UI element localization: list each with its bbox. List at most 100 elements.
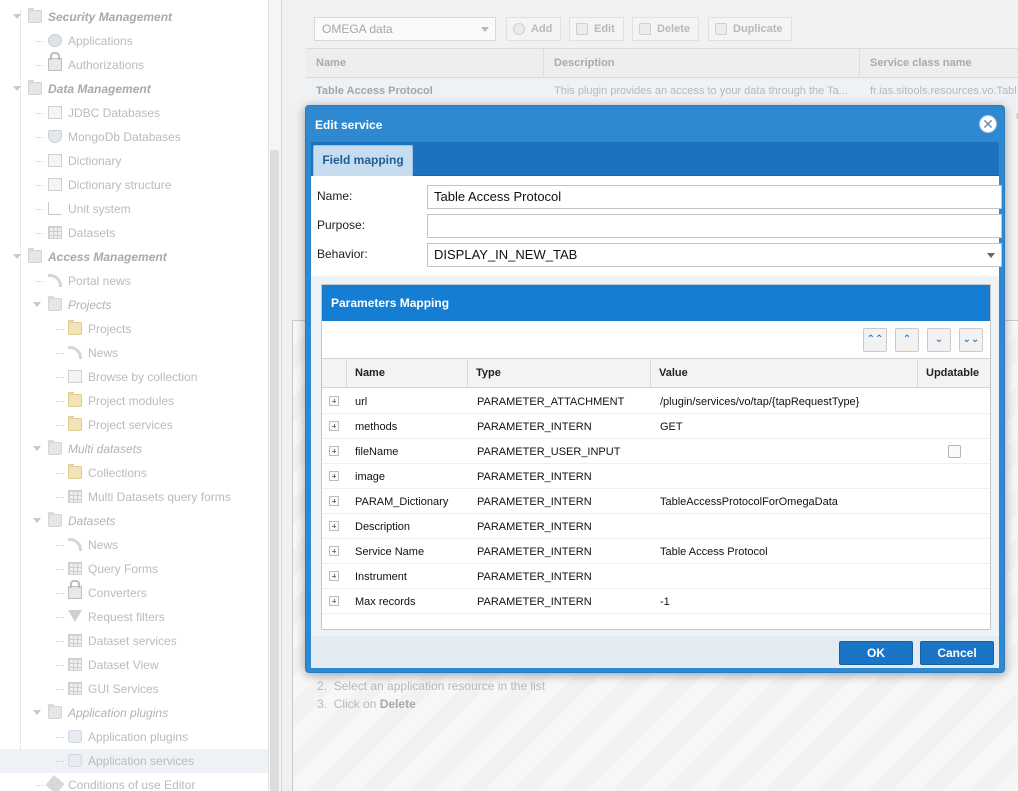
expand-plus-icon[interactable] (329, 421, 339, 431)
folder-icon (48, 512, 62, 527)
tree-node[interactable]: Project services (0, 413, 268, 437)
column-header-value[interactable]: Value (651, 359, 918, 387)
tree-node[interactable]: Data Management (0, 77, 268, 101)
parameter-row[interactable]: image PARAMETER_INTERN (322, 464, 990, 489)
chevron-down-icon[interactable] (987, 253, 995, 258)
parameters-mapping-title: Parameters Mapping (322, 285, 990, 321)
tree-node[interactable]: Request filters (0, 605, 268, 629)
name-field[interactable]: Table Access Protocol (427, 185, 1002, 209)
tree-connector (36, 209, 44, 210)
close-icon[interactable]: ✕ (979, 115, 997, 133)
updatable-checkbox[interactable] (948, 445, 961, 458)
duplicate-button[interactable]: Duplicate (708, 17, 792, 41)
tree-node-label: Projects (88, 322, 132, 336)
parameter-row[interactable]: url PARAMETER_ATTACHMENT/plugin/services/… (322, 389, 990, 414)
tree-node[interactable]: Dataset services (0, 629, 268, 653)
expand-arrow-icon[interactable] (33, 710, 41, 715)
expand-arrow-icon[interactable] (33, 446, 41, 451)
column-header-description[interactable]: Description (544, 49, 860, 78)
tree-node[interactable]: Multi datasets (0, 437, 268, 461)
duplicate-icon (715, 23, 727, 35)
parameter-row[interactable]: Service Name PARAMETER_INTERN Table Access… (322, 539, 990, 564)
tree-node[interactable]: Collections (0, 461, 268, 485)
project-folder-icon (68, 392, 82, 407)
expand-plus-icon[interactable] (329, 596, 339, 606)
tree-node[interactable]: Datasets (0, 221, 268, 245)
tree-node[interactable]: MongoDb Databases (0, 125, 268, 149)
expand-plus-icon[interactable] (329, 521, 339, 531)
parameter-row[interactable]: Instrument PARAMETER_INTERN (322, 564, 990, 589)
tree-node[interactable]: Access Management (0, 245, 268, 269)
ok-button[interactable]: OK (839, 641, 913, 665)
tree-node[interactable]: Datasets (0, 509, 268, 533)
parameter-row[interactable]: methods PARAMETER_INTERN GET (322, 414, 990, 439)
move-up-icon[interactable]: ⌃ (895, 328, 919, 352)
table-row[interactable]: Table Access Protocol This plugin provid… (306, 79, 1018, 104)
parameter-row[interactable]: PARAM_Dictionary PARAMETER_INTERN TableAcc… (322, 489, 990, 514)
tree-node[interactable]: Portal news (0, 269, 268, 293)
purpose-field[interactable] (427, 214, 1002, 238)
delete-button[interactable]: Delete (632, 17, 700, 41)
tree-node-label: Datasets (68, 514, 116, 528)
rss-icon (68, 346, 82, 359)
tree-node[interactable]: Application services (0, 749, 268, 773)
tree-node[interactable]: Unit system (0, 197, 268, 221)
expand-plus-icon[interactable] (329, 471, 339, 481)
project-combo[interactable]: OMEGA data (314, 17, 496, 41)
tree-scrollbar-thumb[interactable] (270, 150, 279, 791)
expand-arrow-icon[interactable] (33, 518, 41, 523)
column-header-name[interactable]: Name (347, 359, 468, 387)
edit-button[interactable]: Edit (569, 17, 624, 41)
tree-node[interactable]: Security Management (0, 5, 268, 29)
move-down-icon[interactable]: ⌄ (927, 328, 951, 352)
cancel-button[interactable]: Cancel (920, 641, 994, 665)
expand-plus-icon[interactable] (329, 396, 339, 406)
move-top-icon[interactable]: ⌃⌃ (863, 328, 887, 352)
add-button[interactable]: Add (506, 17, 562, 41)
tree-node[interactable]: Conditions of use Editor (0, 773, 268, 791)
help-step-3-text: Click on (333, 697, 377, 711)
tree-node[interactable]: Dictionary (0, 149, 268, 173)
tree-node-label: Datasets (68, 226, 116, 240)
tree-node[interactable]: Authorizations (0, 52, 268, 77)
tree-node[interactable]: Converters (0, 580, 268, 605)
column-header-service-class[interactable]: Service class name (860, 49, 1018, 78)
tree-node[interactable]: Projects (0, 317, 268, 341)
tree-node[interactable]: Query Forms (0, 557, 268, 581)
tree-node[interactable]: Application plugins (0, 701, 268, 725)
form-icon (68, 562, 82, 575)
expand-arrow-icon[interactable] (33, 302, 41, 307)
expand-plus-icon[interactable] (329, 446, 339, 456)
expand-plus-icon[interactable] (329, 496, 339, 506)
tree-node[interactable]: GUI Services (0, 677, 268, 701)
parameter-type: PARAMETER_INTERN (477, 571, 592, 583)
tab-field-mapping[interactable]: Field mapping (313, 145, 413, 176)
tree-node[interactable]: Project modules (0, 389, 268, 413)
expand-plus-icon[interactable] (329, 546, 339, 556)
tree-node[interactable]: Dataset View (0, 653, 268, 677)
parameter-row[interactable]: Max records PARAMETER_INTERN -1 (322, 589, 990, 614)
tree-node[interactable]: Applications (0, 29, 268, 53)
column-header-type[interactable]: Type (468, 359, 651, 387)
parameter-row[interactable]: Description PARAMETER_INTERN (322, 514, 990, 539)
behavior-value: DISPLAY_IN_NEW_TAB (434, 247, 578, 262)
tree-node[interactable]: Multi Datasets query forms (0, 485, 268, 509)
expand-plus-icon[interactable] (329, 571, 339, 581)
column-header-updatable[interactable]: Updatable (918, 359, 990, 387)
parameter-name: url (355, 396, 368, 408)
tree-node[interactable]: Application plugins (0, 725, 268, 749)
tree-node[interactable]: News (0, 341, 268, 365)
behavior-select[interactable]: DISPLAY_IN_NEW_TAB (427, 243, 1002, 267)
tree-node-label: Application services (88, 754, 195, 768)
edit-button-label: Edit (594, 23, 615, 35)
move-bottom-icon[interactable]: ⌄⌄ (959, 328, 983, 352)
parameter-row[interactable]: fileName PARAMETER_USER_INPUT (322, 439, 990, 464)
tree-node[interactable]: News (0, 533, 268, 557)
column-header-name[interactable]: Name (306, 49, 544, 78)
tree-node[interactable]: Projects (0, 293, 268, 317)
tree-node[interactable]: Browse by collection (0, 365, 268, 389)
tree-node[interactable]: JDBC Databases (0, 101, 268, 125)
parameter-name: methods (355, 421, 398, 433)
tree-node[interactable]: Dictionary structure (0, 173, 268, 197)
tree-connector (56, 497, 64, 498)
